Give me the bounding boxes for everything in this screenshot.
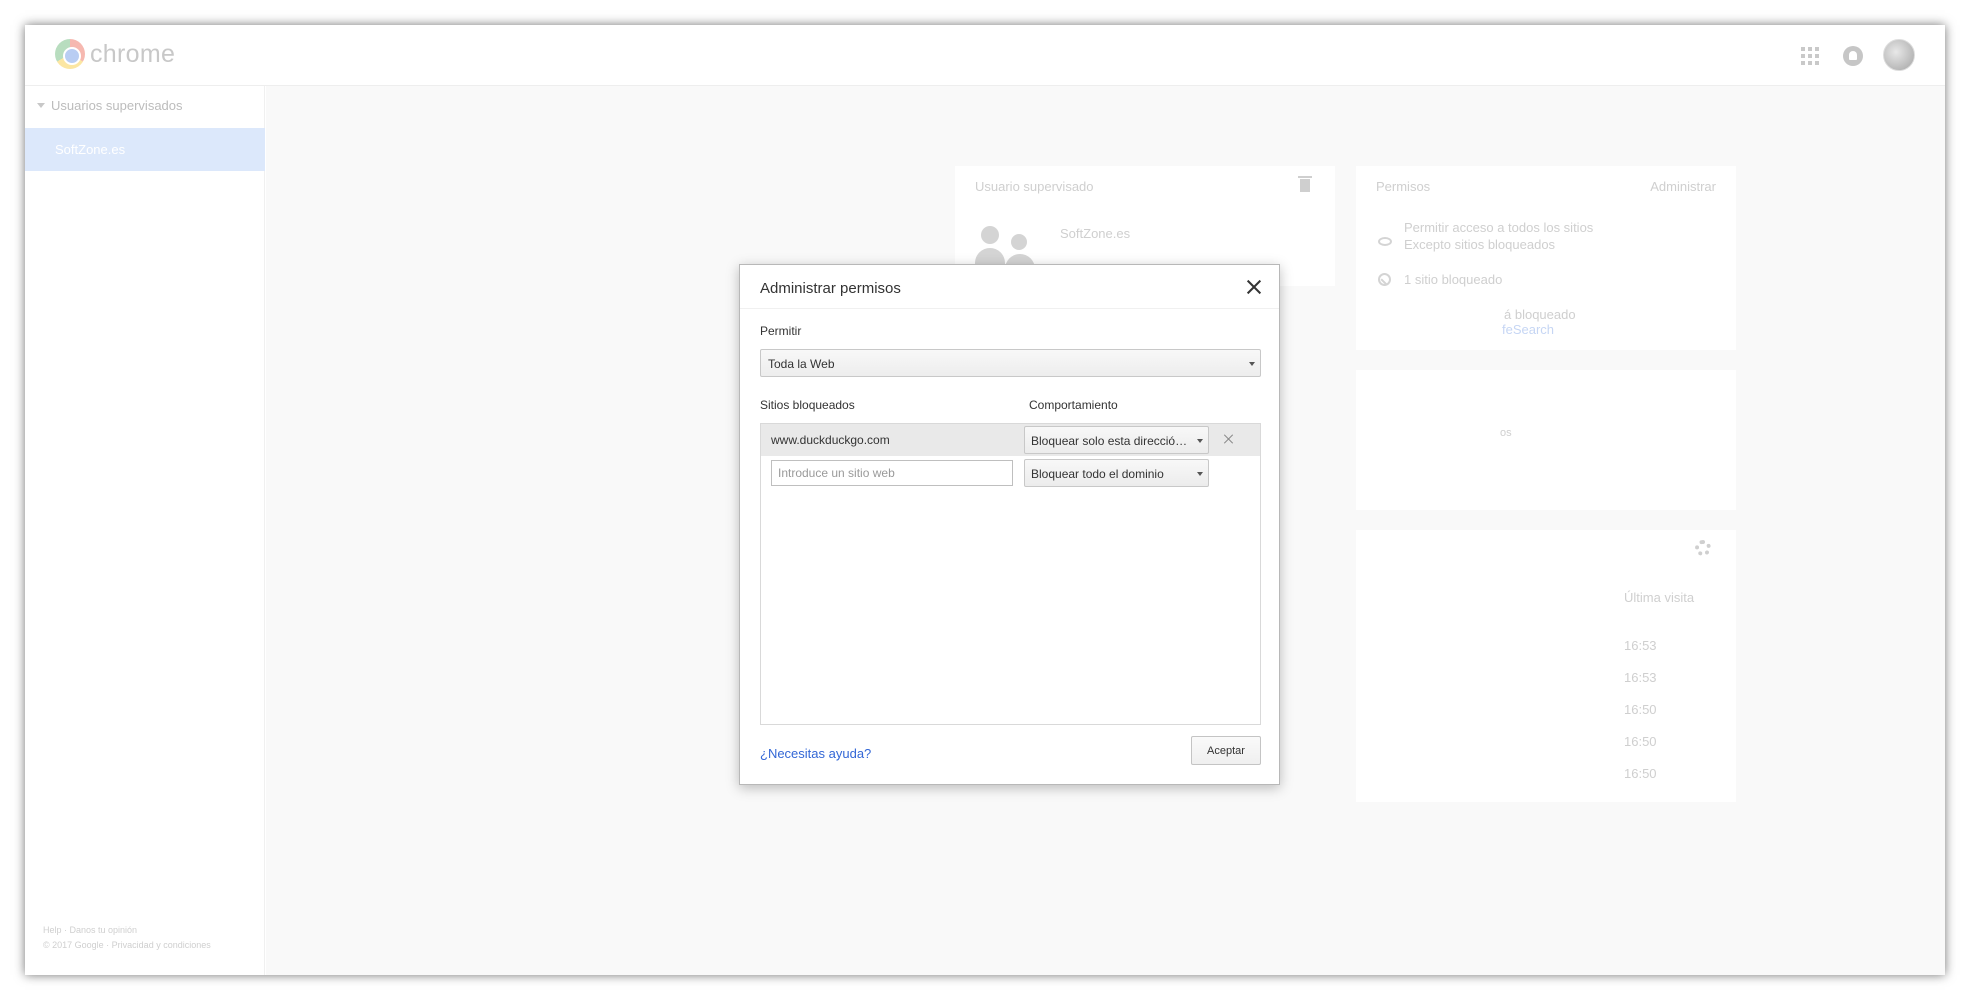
dialog-title: Administrar permisos: [760, 280, 901, 297]
user-name: SoftZone.es: [1060, 226, 1131, 241]
notifications-icon[interactable]: [1843, 46, 1863, 66]
history-time: 16:53: [1624, 670, 1657, 685]
secondary-card: os: [1356, 370, 1736, 510]
trash-icon[interactable]: [1298, 176, 1312, 192]
blocked-sites-list: www.duckduckgo.com Bloquear solo esta di…: [760, 423, 1261, 725]
history-column-header: Última visita: [1624, 590, 1695, 605]
sidebar-item-label: SoftZone.es: [55, 142, 126, 157]
sidebar-header-label: Usuarios supervisados: [51, 98, 183, 113]
history-time: 16:50: [1624, 766, 1657, 781]
safesearch-text: á bloqueado: [1504, 307, 1576, 322]
allow-label: Permitir: [760, 324, 802, 338]
behavior-select-value: Bloquear todo el dominio: [1031, 467, 1164, 481]
history-time: 16:50: [1624, 702, 1657, 717]
behavior-select-value: Bloquear solo esta dirección URL: [1031, 434, 1191, 448]
sidebar: Usuarios supervisados SoftZone.es Help ·…: [25, 86, 265, 975]
new-site-input[interactable]: [771, 460, 1013, 486]
secondary-card-text: os: [1500, 427, 1512, 439]
safesearch-link[interactable]: feSearch: [1502, 322, 1554, 337]
chevron-down-icon: [1197, 472, 1203, 476]
permissions-title: Permisos: [1376, 179, 1431, 194]
list-item[interactable]: www.duckduckgo.com Bloquear solo esta di…: [761, 424, 1260, 456]
history-card: Última visita 16:53 16:53 16:50 16:50 16…: [1356, 530, 1736, 802]
chevron-down-icon: [1197, 439, 1203, 443]
gear-icon[interactable]: [1695, 540, 1711, 556]
chrome-logo[interactable]: chrome: [55, 39, 175, 69]
blocked-count: 1 sitio bloqueado: [1404, 272, 1503, 287]
accept-button[interactable]: Aceptar: [1191, 736, 1261, 765]
sidebar-item-softzone[interactable]: SoftZone.es: [25, 128, 265, 171]
browser-window: chrome Usuarios supervisados SoftZone.es…: [25, 25, 1945, 975]
allow-all-text: Permitir acceso a todos los sitios: [1404, 220, 1594, 235]
allow-select-value: Toda la Web: [768, 357, 835, 371]
chrome-logo-icon: [55, 39, 85, 69]
blocked-site-url: www.duckduckgo.com: [771, 433, 890, 447]
help-link[interactable]: ¿Necesitas ayuda?: [760, 746, 871, 761]
remove-site-icon[interactable]: [1223, 433, 1235, 445]
manage-permissions-dialog: Administrar permisos Permitir Toda la We…: [739, 264, 1280, 785]
avatar[interactable]: [1883, 39, 1915, 71]
footer-copyright: © 2017 Google · Privacidad y condiciones: [43, 940, 211, 950]
allow-all-subtext: Excepto sitios bloqueados: [1404, 237, 1556, 252]
blocked-sites-header: Sitios bloqueados: [760, 398, 855, 412]
logo-text: chrome: [90, 39, 176, 68]
permissions-card: Permisos Administrar Permitir acceso a t…: [1356, 166, 1736, 350]
footer-links: Help · Danos tu opinión: [43, 925, 138, 935]
apps-grid-icon[interactable]: [1801, 47, 1819, 65]
history-time: 16:50: [1624, 734, 1657, 749]
top-bar: chrome: [25, 25, 1945, 86]
behavior-header: Comportamiento: [1029, 398, 1118, 412]
new-site-behavior-select[interactable]: Bloquear todo el dominio: [1024, 459, 1209, 487]
sidebar-header[interactable]: Usuarios supervisados: [37, 98, 183, 113]
manage-link[interactable]: Administrar: [1650, 179, 1716, 194]
collapse-triangle-icon: [37, 103, 45, 108]
history-time: 16:53: [1624, 638, 1657, 653]
chevron-down-icon: [1249, 362, 1255, 366]
dialog-divider: [740, 308, 1279, 309]
behavior-select[interactable]: Bloquear solo esta dirección URL: [1024, 426, 1209, 454]
close-icon[interactable]: [1246, 279, 1262, 295]
user-card-title: Usuario supervisado: [975, 179, 1094, 194]
allow-select[interactable]: Toda la Web: [760, 349, 1261, 377]
blocked-icon: [1378, 273, 1391, 286]
eye-icon: [1378, 237, 1392, 246]
